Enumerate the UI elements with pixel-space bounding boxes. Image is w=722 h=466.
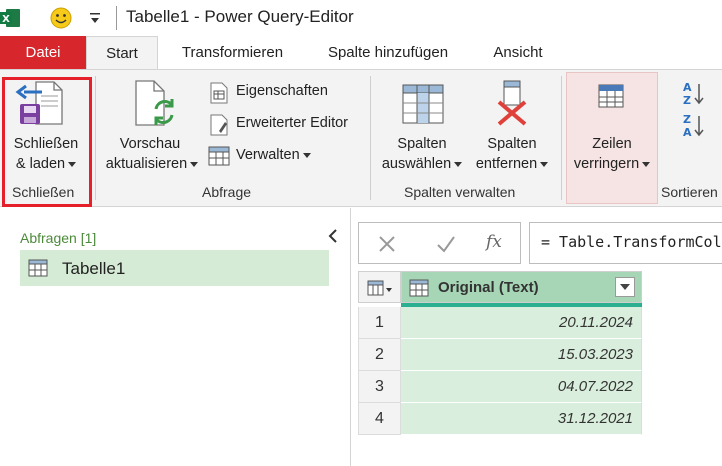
select-columns-label-1[interactable]: Spalten — [382, 134, 462, 154]
data-grid: Original (Text) 1 20.11.2024 2 15.03.202… — [358, 271, 642, 435]
queries-pane-header: Abfragen [1] — [20, 230, 97, 246]
table-menu-icon — [367, 280, 392, 296]
refresh-preview-label-2: aktualisieren — [105, 156, 188, 172]
table-row[interactable]: 3 04.07.2022 — [358, 371, 642, 403]
tab-add-column[interactable]: Spalte hinzufügen — [318, 36, 458, 69]
svg-text:A: A — [683, 126, 692, 138]
remove-columns-button[interactable]: entfernen — [466, 154, 558, 174]
svg-text:X: X — [2, 14, 10, 25]
manage-table-icon[interactable] — [208, 146, 230, 166]
chevron-down-icon — [540, 161, 549, 167]
row-number: 2 — [358, 339, 401, 371]
tab-view[interactable]: Ansicht — [480, 36, 556, 69]
tab-start[interactable]: Start — [86, 36, 158, 69]
advanced-editor-icon[interactable] — [208, 114, 230, 136]
table-cell[interactable]: 20.11.2024 — [401, 307, 642, 339]
group-separator — [370, 76, 371, 200]
column-header-original[interactable]: Original (Text) — [401, 271, 642, 303]
tab-transform[interactable]: Transformieren — [170, 36, 295, 69]
sort-ascending-icon[interactable]: A Z — [682, 80, 706, 106]
select-columns-label-2: auswählen — [381, 156, 452, 172]
group-separator — [561, 76, 562, 200]
group-label-query: Abfrage — [202, 184, 252, 200]
quick-access-dropdown-icon[interactable] — [88, 10, 102, 26]
close-load-button[interactable]: & laden — [6, 154, 86, 174]
query-item-label: Tabelle1 — [62, 259, 126, 278]
ribbon-tabs: Datei Start Transformieren Spalte hinzuf… — [0, 36, 722, 69]
select-columns-button[interactable]: auswählen — [376, 154, 468, 174]
chevron-down-icon — [302, 152, 311, 158]
manage-label: Verwalten — [236, 147, 300, 163]
chevron-down-icon — [620, 284, 630, 290]
svg-text:Z: Z — [683, 94, 691, 106]
table-cell[interactable]: 04.07.2022 — [401, 371, 642, 403]
group-label-columns: Spalten verwalten — [404, 184, 516, 200]
reduce-rows-label-2: verringern — [573, 156, 640, 172]
manage-button[interactable]: Verwalten — [236, 147, 311, 163]
tab-file[interactable]: Datei — [0, 36, 86, 69]
advanced-editor-button[interactable]: Erweiterter Editor — [236, 115, 348, 131]
remove-columns-label-1[interactable]: Spalten — [472, 134, 552, 154]
pane-separator — [350, 208, 351, 466]
group-separator — [95, 76, 96, 200]
row-number: 1 — [358, 307, 401, 339]
reduce-rows-button[interactable]: verringern — [566, 154, 658, 174]
fx-icon[interactable]: fx — [486, 232, 502, 252]
close-load-label-1[interactable]: Schließen — [6, 134, 86, 154]
group-label-sort: Sortieren — [661, 184, 718, 200]
table-row[interactable]: 1 20.11.2024 — [358, 307, 642, 339]
table-row[interactable]: 2 15.03.2023 — [358, 339, 642, 371]
row-number: 4 — [358, 403, 401, 435]
reduce-rows-label-1[interactable]: Zeilen — [572, 134, 652, 154]
group-label-close: Schließen — [12, 184, 75, 200]
table-cell[interactable]: 31.12.2021 — [401, 403, 642, 435]
smiley-feedback-icon[interactable] — [50, 7, 72, 29]
chevron-left-icon[interactable] — [326, 228, 340, 244]
refresh-preview-label-1[interactable]: Vorschau — [110, 134, 190, 154]
excel-logo-icon: X — [0, 9, 20, 27]
chevron-down-icon — [68, 161, 77, 167]
chevron-down-icon — [642, 161, 651, 167]
reduce-rows-icon[interactable] — [598, 84, 624, 108]
title-separator — [116, 6, 117, 30]
column-header-label: Original (Text) — [438, 279, 539, 296]
properties-icon[interactable] — [208, 82, 230, 104]
select-columns-icon[interactable] — [402, 84, 444, 124]
close-and-load-icon[interactable] — [14, 78, 64, 128]
refresh-preview-icon[interactable] — [128, 79, 178, 129]
query-item-tabelle1[interactable]: Tabelle1 — [20, 250, 329, 286]
grid-corner-menu[interactable] — [358, 271, 401, 303]
cancel-icon[interactable] — [377, 234, 397, 254]
confirm-icon[interactable] — [436, 234, 456, 254]
remove-columns-label-2: entfernen — [475, 156, 538, 172]
svg-text:A: A — [683, 81, 692, 94]
refresh-preview-button[interactable]: aktualisieren — [100, 154, 204, 174]
formula-input[interactable]: = Table.TransformColumnTypes( — [529, 222, 722, 264]
close-load-label-2: & laden — [15, 156, 66, 172]
table-cell[interactable]: 15.03.2023 — [401, 339, 642, 371]
formula-actions: fx — [358, 222, 521, 264]
sort-descending-icon[interactable]: Z A — [682, 112, 706, 138]
ribbon: Schließen & laden Schließen Vorschau akt… — [0, 69, 722, 207]
row-number: 3 — [358, 371, 401, 403]
properties-button[interactable]: Eigenschaften — [236, 83, 328, 99]
title-bar: X Tabelle1 - Power Query-Editor — [0, 0, 722, 36]
chevron-down-icon — [190, 161, 199, 167]
text-type-icon[interactable] — [409, 279, 429, 297]
svg-text:Z: Z — [683, 113, 691, 126]
table-row[interactable]: 4 31.12.2021 — [358, 403, 642, 435]
window-title: Tabelle1 - Power Query-Editor — [126, 7, 354, 26]
remove-columns-icon[interactable] — [494, 80, 530, 126]
table-icon — [28, 259, 48, 277]
chevron-down-icon — [454, 161, 463, 167]
column-filter-button[interactable] — [615, 277, 635, 297]
